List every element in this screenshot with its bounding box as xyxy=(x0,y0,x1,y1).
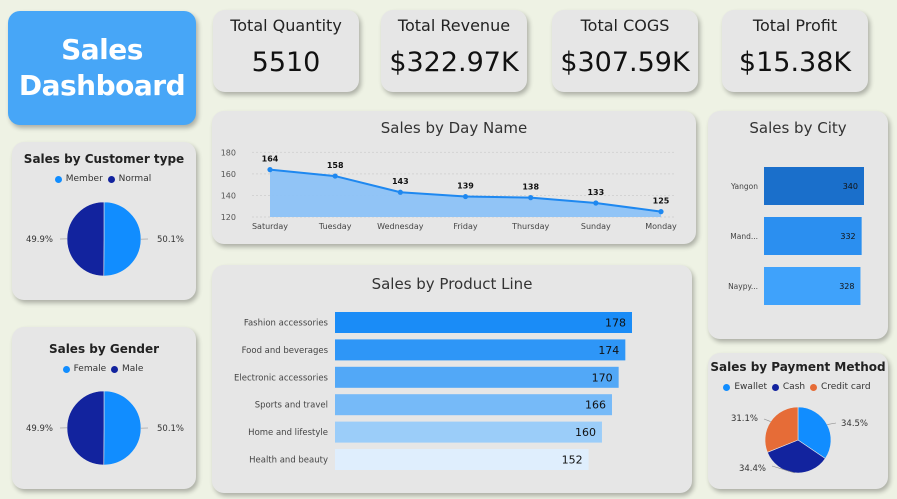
category-label: Health and beauty xyxy=(249,456,328,466)
bar xyxy=(335,312,632,333)
leader-line xyxy=(827,422,837,425)
bar-value-label: 328 xyxy=(839,282,854,291)
data-point xyxy=(658,209,664,215)
kpi-label: Total COGS xyxy=(580,16,670,35)
bar xyxy=(335,339,626,361)
category-label: Naypy... xyxy=(728,282,758,291)
sales-by-gender-chart: 50.1% 49.9% xyxy=(26,390,184,466)
bar xyxy=(335,421,602,443)
data-label: 158 xyxy=(327,161,344,170)
sales-by-day-card: Sales by Day Name 120 140 160 180 164 Saturda… xyxy=(212,111,696,244)
kpi-label: Total Quantity xyxy=(230,16,342,35)
data-point xyxy=(528,195,534,201)
kpi-value: $15.38K xyxy=(738,47,852,78)
sales-by-payment-method-card: Sales by Payment Method Ewallet Cash Cre… xyxy=(708,353,888,489)
pie-data-label: 31.1% xyxy=(731,414,758,424)
x-tick-label: Monday xyxy=(645,222,677,231)
dashboard-title-line2: Dashboard xyxy=(18,69,186,102)
sales-by-customer-type-chart: 50.1% 49.9% xyxy=(26,201,184,277)
bar xyxy=(335,394,612,416)
data-point xyxy=(267,167,273,173)
data-point xyxy=(332,173,338,179)
pie-slice xyxy=(66,390,105,466)
pie-data-label: 49.9% xyxy=(26,235,53,245)
pie-data-label: 49.9% xyxy=(26,424,53,434)
kpi-card-total-cogs: Total COGS $307.59K xyxy=(552,10,698,92)
bar-value-label: 178 xyxy=(605,317,626,330)
sales-by-city-chart: Yangon 340 Mand... 332 Naypy... 328 xyxy=(728,167,864,305)
pie-slice xyxy=(103,390,142,466)
data-label: 125 xyxy=(653,197,670,206)
x-tick-label: Friday xyxy=(453,222,478,231)
bar-value-label: 174 xyxy=(598,344,619,357)
sales-by-city-card: Sales by City Yangon 340 Mand... 332 Naypy..… xyxy=(708,111,888,339)
data-point xyxy=(593,200,599,206)
bar-value-label: 170 xyxy=(592,371,613,384)
pie-data-label: 50.1% xyxy=(157,424,184,434)
category-label: Home and lifestyle xyxy=(248,428,328,438)
category-label: Electronic accessories xyxy=(234,373,329,383)
category-label: Fashion accessories xyxy=(244,319,329,329)
y-tick-label: 140 xyxy=(221,191,236,200)
sales-by-gender-card: Sales by Gender Female Male 50.1% 49.9% xyxy=(12,327,196,489)
bar-value-label: 340 xyxy=(843,182,858,191)
kpi-card-total-revenue: Total Revenue $322.97K xyxy=(381,10,527,92)
category-label: Food and beverages xyxy=(242,346,329,356)
sales-by-product-line-card: Sales by Product Line Fashion accessorie… xyxy=(212,265,692,493)
x-tick-label: Tuesday xyxy=(318,222,352,231)
data-point xyxy=(462,193,469,200)
bar xyxy=(335,449,589,470)
kpi-card-total-profit: Total Profit $15.38K xyxy=(722,10,868,92)
bar-value-label: 166 xyxy=(585,399,606,412)
data-label: 143 xyxy=(392,177,409,186)
category-label: Yangon xyxy=(730,182,758,191)
kpi-label: Total Revenue xyxy=(397,16,511,35)
dashboard-title-card: Sales Dashboard xyxy=(8,11,196,125)
bar xyxy=(335,366,619,388)
x-tick-label: Saturday xyxy=(252,222,288,231)
y-tick-label: 120 xyxy=(221,213,236,222)
kpi-value: 5510 xyxy=(251,47,321,78)
sales-by-customer-type-card: Sales by Customer type Member Normal 50.… xyxy=(12,142,196,300)
sales-by-payment-method-chart: 34.5% 34.4% 31.1% xyxy=(731,406,868,474)
bar-value-label: 332 xyxy=(840,232,855,241)
dashboard-title-line1: Sales xyxy=(61,33,143,66)
leader-line xyxy=(763,418,771,422)
y-tick-label: 180 xyxy=(221,148,236,157)
x-tick-label: Wednesday xyxy=(377,222,424,231)
sales-by-product-line-chart: Fashion accessories 178 Food and beverages… xyxy=(234,312,632,470)
kpi-card-total-quantity: Total Quantity 5510 xyxy=(213,10,359,92)
category-label: Sports and travel xyxy=(255,401,328,411)
pie-data-label: 34.5% xyxy=(841,419,868,429)
y-tick-label: 160 xyxy=(221,170,236,179)
sales-by-day-chart: 120 140 160 180 164 Saturday 158 Tuesday 143 Wedn… xyxy=(221,148,677,231)
kpi-label: Total Profit xyxy=(752,16,838,35)
pie-slice xyxy=(103,201,142,277)
kpi-value: $307.59K xyxy=(560,47,690,78)
x-tick-label: Sunday xyxy=(581,222,611,231)
kpi-value: $322.97K xyxy=(389,47,519,78)
category-label: Mand... xyxy=(730,232,758,241)
data-label: 133 xyxy=(587,188,604,197)
data-label: 139 xyxy=(457,182,474,191)
data-label: 138 xyxy=(522,183,539,192)
pie-data-label: 50.1% xyxy=(157,235,184,245)
x-tick-label: Thursday xyxy=(511,222,549,231)
pie-slice xyxy=(66,201,105,277)
data-label: 164 xyxy=(262,155,279,164)
bar-value-label: 152 xyxy=(562,454,583,467)
pie-data-label: 34.4% xyxy=(739,464,766,474)
bar-value-label: 160 xyxy=(575,426,596,439)
data-point xyxy=(397,189,403,195)
